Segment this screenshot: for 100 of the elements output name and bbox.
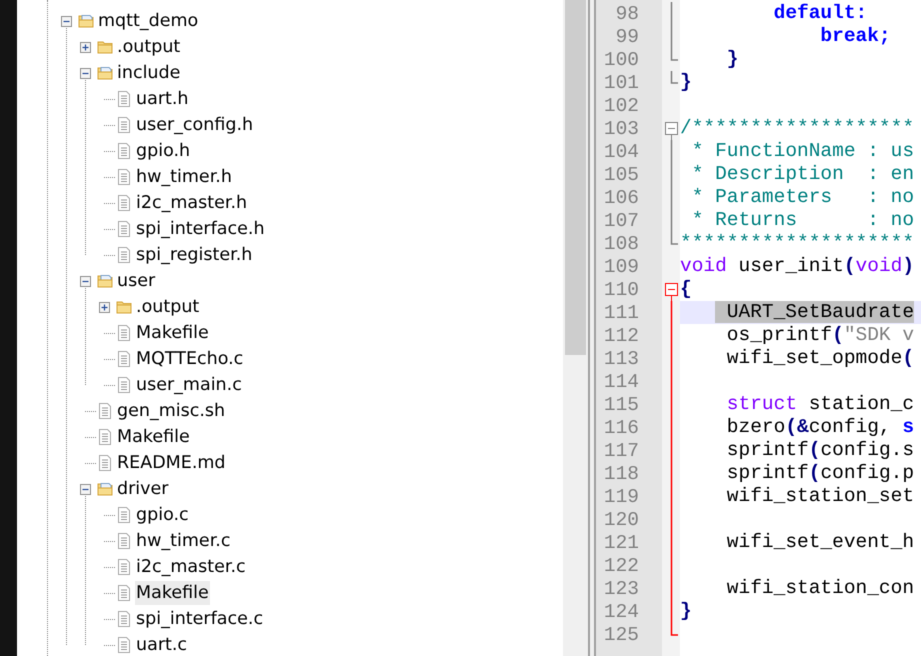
file-icon [98, 455, 112, 471]
code-line: * FunctionName : us [690, 140, 916, 163]
folder-name[interactable]: .output [116, 35, 182, 59]
file-icon [117, 195, 131, 211]
file-name[interactable]: gpio.h [135, 139, 192, 163]
code-line: /******************* [680, 117, 916, 140]
code-line: } [680, 600, 693, 623]
file-icon [117, 585, 131, 601]
file-name[interactable]: i2c_master.h [135, 191, 248, 215]
line-number: 105 [602, 164, 640, 186]
collapse-icon[interactable] [80, 68, 90, 78]
file-name[interactable]: i2c_master.c [135, 555, 247, 579]
folder-name[interactable]: .output [135, 295, 200, 319]
file-name[interactable]: README.md [116, 451, 227, 475]
file-icon [117, 91, 131, 107]
line-number: 115 [602, 394, 640, 416]
code-line: bzero(&config, s [726, 416, 916, 439]
code-line: default: [772, 2, 868, 25]
file-icon [117, 325, 131, 341]
line-number: 104 [602, 140, 640, 162]
open-folder-icon [78, 14, 94, 28]
code-line: ******************** [680, 232, 916, 255]
line-number: 118 [602, 462, 640, 484]
line-number: 111 [602, 302, 640, 324]
fold-minus-icon[interactable] [665, 283, 678, 301]
code-line: * Returns : no [690, 209, 916, 232]
file-name[interactable]: gen_misc.sh [116, 399, 226, 423]
line-number: 108 [602, 232, 640, 254]
collapse-icon[interactable] [80, 276, 90, 286]
line-number: 101 [602, 72, 640, 94]
line-number: 98 [614, 2, 640, 24]
file-name[interactable]: MQTTEcho.c [135, 347, 244, 371]
scrollbar-thumb[interactable] [565, 0, 586, 355]
line-number: 112 [602, 324, 640, 346]
code-line: sprintf(config.s [726, 439, 916, 462]
file-icon [98, 429, 112, 445]
line-number: 114 [602, 370, 640, 392]
file-name[interactable]: hw_timer.h [135, 165, 233, 189]
line-number: 125 [602, 624, 640, 646]
code-line: } [680, 71, 693, 94]
line-number: 116 [602, 416, 640, 438]
folder-name[interactable]: user [116, 269, 156, 293]
file-name[interactable]: uart.h [135, 87, 190, 111]
file-name[interactable]: spi_interface.c [135, 607, 264, 631]
code-line: struct station_c [726, 393, 916, 416]
file-icon [117, 377, 131, 393]
line-number: 106 [602, 186, 640, 208]
line-number: 119 [602, 486, 640, 508]
line-number: 109 [602, 256, 640, 278]
file-icon [117, 507, 131, 523]
code-line: } [726, 48, 740, 71]
file-name[interactable]: Makefile [135, 581, 210, 605]
file-name[interactable]: Makefile [135, 321, 210, 345]
file-name[interactable]: gpio.c [135, 503, 190, 527]
line-number: 102 [602, 94, 640, 116]
file-icon [117, 559, 131, 575]
expand-icon[interactable] [98, 302, 110, 312]
expand-icon[interactable] [80, 42, 90, 52]
file-name[interactable]: spi_register.h [135, 243, 254, 267]
file-name[interactable]: Makefile [116, 425, 191, 449]
line-number: 99 [614, 26, 640, 48]
code-line: wifi_set_opmode( [726, 347, 916, 370]
line-number: 110 [602, 278, 640, 300]
code-line: wifi_station_set [726, 485, 916, 508]
file-icon [117, 611, 131, 627]
collapse-icon[interactable] [60, 16, 72, 26]
code-line: sprintf(config.p [726, 462, 916, 485]
line-number: 113 [602, 348, 640, 370]
file-name[interactable]: user_config.h [135, 113, 254, 137]
file-icon [117, 143, 131, 159]
file-icon [117, 351, 131, 367]
open-folder-icon [97, 274, 113, 288]
line-number: 117 [602, 440, 640, 462]
file-name[interactable]: hw_timer.c [135, 529, 232, 553]
code-line: * Description : en [690, 163, 916, 186]
line-number: 103 [602, 118, 640, 140]
file-icon [117, 221, 131, 237]
open-folder-icon [97, 66, 113, 80]
open-folder-icon [97, 482, 113, 496]
fold-minus-icon[interactable] [665, 122, 678, 140]
file-icon [117, 533, 131, 549]
line-number: 100 [602, 48, 640, 70]
file-icon [117, 169, 131, 185]
code-line: void user_init(void) [680, 255, 916, 278]
code-line: wifi_set_event_h [726, 531, 916, 554]
file-icon [117, 637, 131, 653]
line-number: 122 [602, 554, 640, 576]
folder-name[interactable]: include [116, 61, 182, 85]
file-name[interactable]: spi_interface.h [135, 217, 266, 241]
folder-name[interactable]: driver [116, 477, 170, 501]
scrollbar[interactable] [563, 0, 588, 656]
line-number: 120 [602, 508, 640, 530]
collapse-icon[interactable] [80, 484, 90, 494]
file-name[interactable]: user_main.c [135, 373, 243, 397]
folder-name[interactable]: mqtt_demo [97, 9, 200, 33]
line-number: 124 [602, 600, 640, 622]
code-line: os_printf("SDK v [726, 324, 916, 347]
file-name[interactable]: uart.c [135, 633, 188, 656]
file-icon [117, 247, 131, 263]
line-number: 107 [602, 210, 640, 232]
